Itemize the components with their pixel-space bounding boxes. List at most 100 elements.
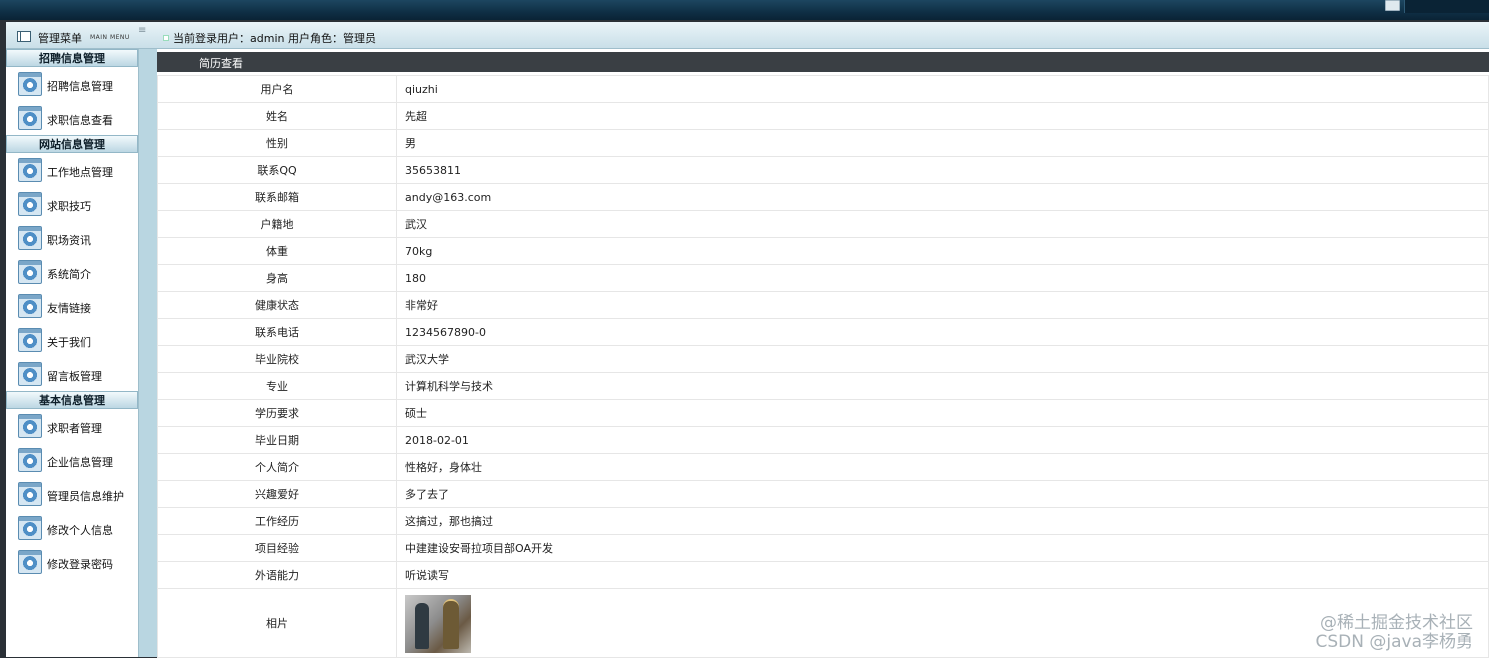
table-row: 学历要求 硕士: [157, 399, 1489, 427]
sidebar-item[interactable]: 系统简介: [6, 255, 138, 289]
sidebar-item[interactable]: 求职信息查看: [6, 101, 138, 135]
field-label: 性别: [157, 129, 397, 157]
field-label: 专业: [157, 372, 397, 400]
field-value: 先超: [396, 102, 1489, 130]
table-row: 户籍地 武汉: [157, 210, 1489, 238]
top-bar-right-panel: [1404, 0, 1489, 13]
field-label: 用户名: [157, 75, 397, 103]
sidebar-item[interactable]: 求职技巧: [6, 187, 138, 221]
field-value: 2018-02-01: [396, 426, 1489, 454]
sidebar-group-header[interactable]: 网站信息管理: [6, 135, 138, 153]
sidebar-item-label: 留言板管理: [47, 370, 102, 383]
resume-detail-table: 用户名 qiuzhi 姓名 先超 性别男联系QQ 35653811 联系邮箱 andy@163…: [157, 75, 1489, 658]
sidebar-item[interactable]: 管理员信息维护: [6, 477, 138, 511]
field-label: 户籍地: [157, 210, 397, 238]
watermark-line-1: @稀土掘金技术社区: [1320, 613, 1473, 633]
resume-photo[interactable]: [405, 595, 471, 653]
field-value: 计算机科学与技术: [396, 372, 1489, 400]
settings-gear-icon: [18, 550, 42, 574]
field-label: 联系电话: [157, 318, 397, 346]
table-row: 兴趣爱好 多了去了: [157, 480, 1489, 508]
sidebar-item[interactable]: 工作地点管理: [6, 153, 138, 187]
top-bar: [0, 0, 1489, 20]
sidebar-item-label: 管理员信息维护: [47, 490, 124, 503]
field-value: 这搞过，那也搞过: [396, 507, 1489, 535]
panel-title: 简历查看: [199, 57, 243, 70]
field-label: 个人简介: [157, 453, 397, 481]
table-row: 用户名 qiuzhi: [157, 75, 1489, 103]
field-label: 健康状态: [157, 291, 397, 319]
settings-gear-icon: [18, 226, 42, 250]
settings-gear-icon: [18, 158, 42, 182]
photo-row: 相片: [157, 588, 1489, 658]
table-row: 健康状态 非常好: [157, 291, 1489, 319]
sidebar-item-label: 系统简介: [47, 268, 91, 281]
settings-gear-icon: [18, 260, 42, 284]
sidebar-item-label: 招聘信息管理: [47, 80, 113, 93]
sidebar-item-label: 关于我们: [47, 336, 91, 349]
bullet-icon: [163, 35, 169, 41]
sidebar-item-label: 工作地点管理: [47, 166, 113, 179]
sidebar-item[interactable]: 友情链接: [6, 289, 138, 323]
settings-gear-icon: [18, 516, 42, 540]
field-label: 身高: [157, 264, 397, 292]
field-value: 男: [396, 129, 1489, 157]
settings-gear-icon: [18, 362, 42, 386]
sidebar-gutter: [139, 49, 157, 657]
current-user-info: 当前登录用户：admin 用户角色：管理员: [173, 32, 376, 45]
table-row: 性别男: [157, 129, 1489, 157]
sidebar-group-header[interactable]: 基本信息管理: [6, 391, 138, 409]
field-label: 联系QQ: [157, 156, 397, 184]
table-row: 联系电话 1234567890-0: [157, 318, 1489, 346]
watermark-line-2: CSDN @java李杨勇: [1315, 632, 1474, 652]
panel-title-bar: 简历查看: [157, 52, 1489, 72]
settings-gear-icon: [18, 106, 42, 130]
sidebar-item-label: 职场资讯: [47, 234, 91, 247]
field-label: 毕业日期: [157, 426, 397, 454]
menu-subtitle: MAIN MENU: [90, 34, 130, 41]
header-bar: 管理菜单 MAIN MENU ≡ 当前登录用户：admin 用户角色：管理员: [6, 22, 1489, 49]
field-value: 多了去了: [396, 480, 1489, 508]
sidebar-item-label: 企业信息管理: [47, 456, 113, 469]
window-icon[interactable]: [1385, 0, 1400, 11]
table-row: 外语能力 听说读写: [157, 561, 1489, 589]
table-row: 身高 180: [157, 264, 1489, 292]
field-value: 硕士: [396, 399, 1489, 427]
sidebar-item[interactable]: 关于我们: [6, 323, 138, 357]
table-row: 姓名 先超: [157, 102, 1489, 130]
field-label: 体重: [157, 237, 397, 265]
collapse-lines-icon[interactable]: ≡: [138, 26, 147, 40]
sidebar-item[interactable]: 求职者管理: [6, 409, 138, 443]
sidebar-item[interactable]: 职场资讯: [6, 221, 138, 255]
field-label: 联系邮箱: [157, 183, 397, 211]
sidebar-item-label: 求职技巧: [47, 200, 91, 213]
sidebar-item-label: 求职者管理: [47, 422, 102, 435]
table-row: 个人简介 性格好，身体壮: [157, 453, 1489, 481]
sidebar-item[interactable]: 招聘信息管理: [6, 67, 138, 101]
menu-title: 管理菜单: [38, 32, 82, 45]
settings-gear-icon: [18, 448, 42, 472]
field-value: 性格好，身体壮: [396, 453, 1489, 481]
resume-view-panel: 简历查看 用户名 qiuzhi 姓名 先超 性别男联系QQ 35653811 联系邮箱 and…: [157, 49, 1489, 658]
settings-gear-icon: [18, 482, 42, 506]
settings-gear-icon: [18, 328, 42, 352]
table-row: 体重 70kg: [157, 237, 1489, 265]
table-row: 项目经验 中建建设安哥拉项目部OA开发: [157, 534, 1489, 562]
sidebar-item[interactable]: 修改登录密码: [6, 545, 138, 579]
field-label: 外语能力: [157, 561, 397, 589]
field-value: andy@163.com: [396, 183, 1489, 211]
field-label: 项目经验: [157, 534, 397, 562]
field-value: 武汉大学: [396, 345, 1489, 373]
table-row: 毕业院校 武汉大学: [157, 345, 1489, 373]
field-value: 非常好: [396, 291, 1489, 319]
sidebar-item[interactable]: 留言板管理: [6, 357, 138, 391]
settings-gear-icon: [18, 192, 42, 216]
field-label: 毕业院校: [157, 345, 397, 373]
table-row: 工作经历 这搞过，那也搞过: [157, 507, 1489, 535]
sidebar-item[interactable]: 企业信息管理: [6, 443, 138, 477]
menu-icon: [17, 31, 31, 42]
sidebar-group-header[interactable]: 招聘信息管理: [6, 49, 138, 67]
field-label: 兴趣爱好: [157, 480, 397, 508]
admin-frame: 管理菜单 MAIN MENU ≡ 当前登录用户：admin 用户角色：管理员 招…: [6, 22, 1489, 658]
sidebar-item[interactable]: 修改个人信息: [6, 511, 138, 545]
